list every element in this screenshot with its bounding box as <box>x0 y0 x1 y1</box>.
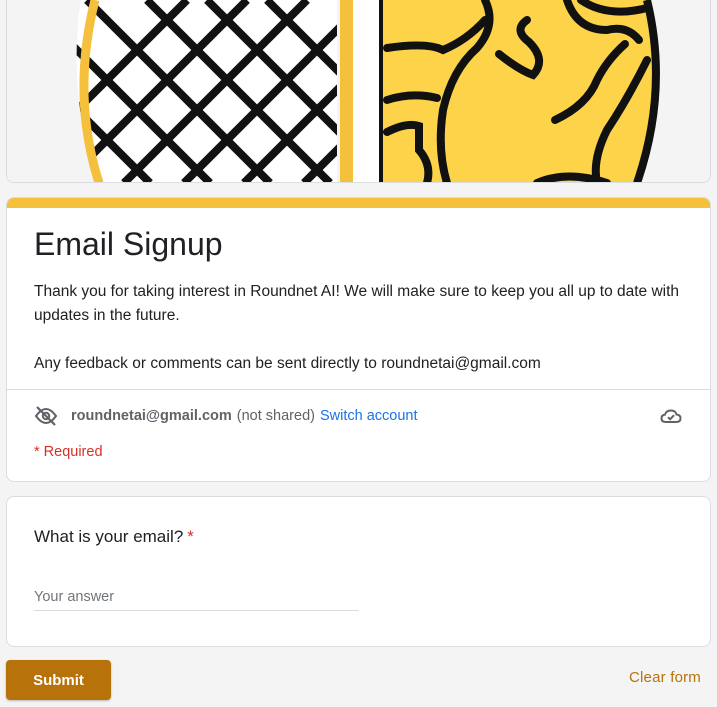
switch-account-link[interactable]: Switch account <box>320 408 418 424</box>
description-paragraph: Thank you for taking interest in Roundne… <box>34 283 680 324</box>
form-description: Thank you for taking interest in Roundne… <box>34 280 684 376</box>
form-title: Email Signup <box>34 226 223 262</box>
accent-bar <box>7 198 710 208</box>
not-shared-label: (not shared) <box>236 408 315 424</box>
description-paragraph: Any feedback or comments can be sent dir… <box>34 355 541 372</box>
question-title: What is your email? * <box>34 525 194 549</box>
question-card: What is your email? * <box>6 496 711 647</box>
account-email: roundnetai@gmail.com <box>71 408 232 424</box>
cloud-check-icon <box>660 409 682 423</box>
form-header-card: Email Signup Thank you for taking intere… <box>6 197 711 482</box>
email-answer-input[interactable] <box>34 583 359 611</box>
required-asterisk: * <box>187 527 194 546</box>
header-banner-image <box>6 0 711 183</box>
divider <box>7 389 710 390</box>
required-note: * Required <box>34 444 103 460</box>
question-label: What is your email? <box>34 527 184 546</box>
account-row: roundnetai@gmail.com (not shared) Switch… <box>34 403 683 429</box>
clear-form-button[interactable]: Clear form <box>629 669 701 686</box>
submit-button[interactable]: Submit <box>6 660 111 700</box>
eye-off-icon <box>34 406 58 426</box>
